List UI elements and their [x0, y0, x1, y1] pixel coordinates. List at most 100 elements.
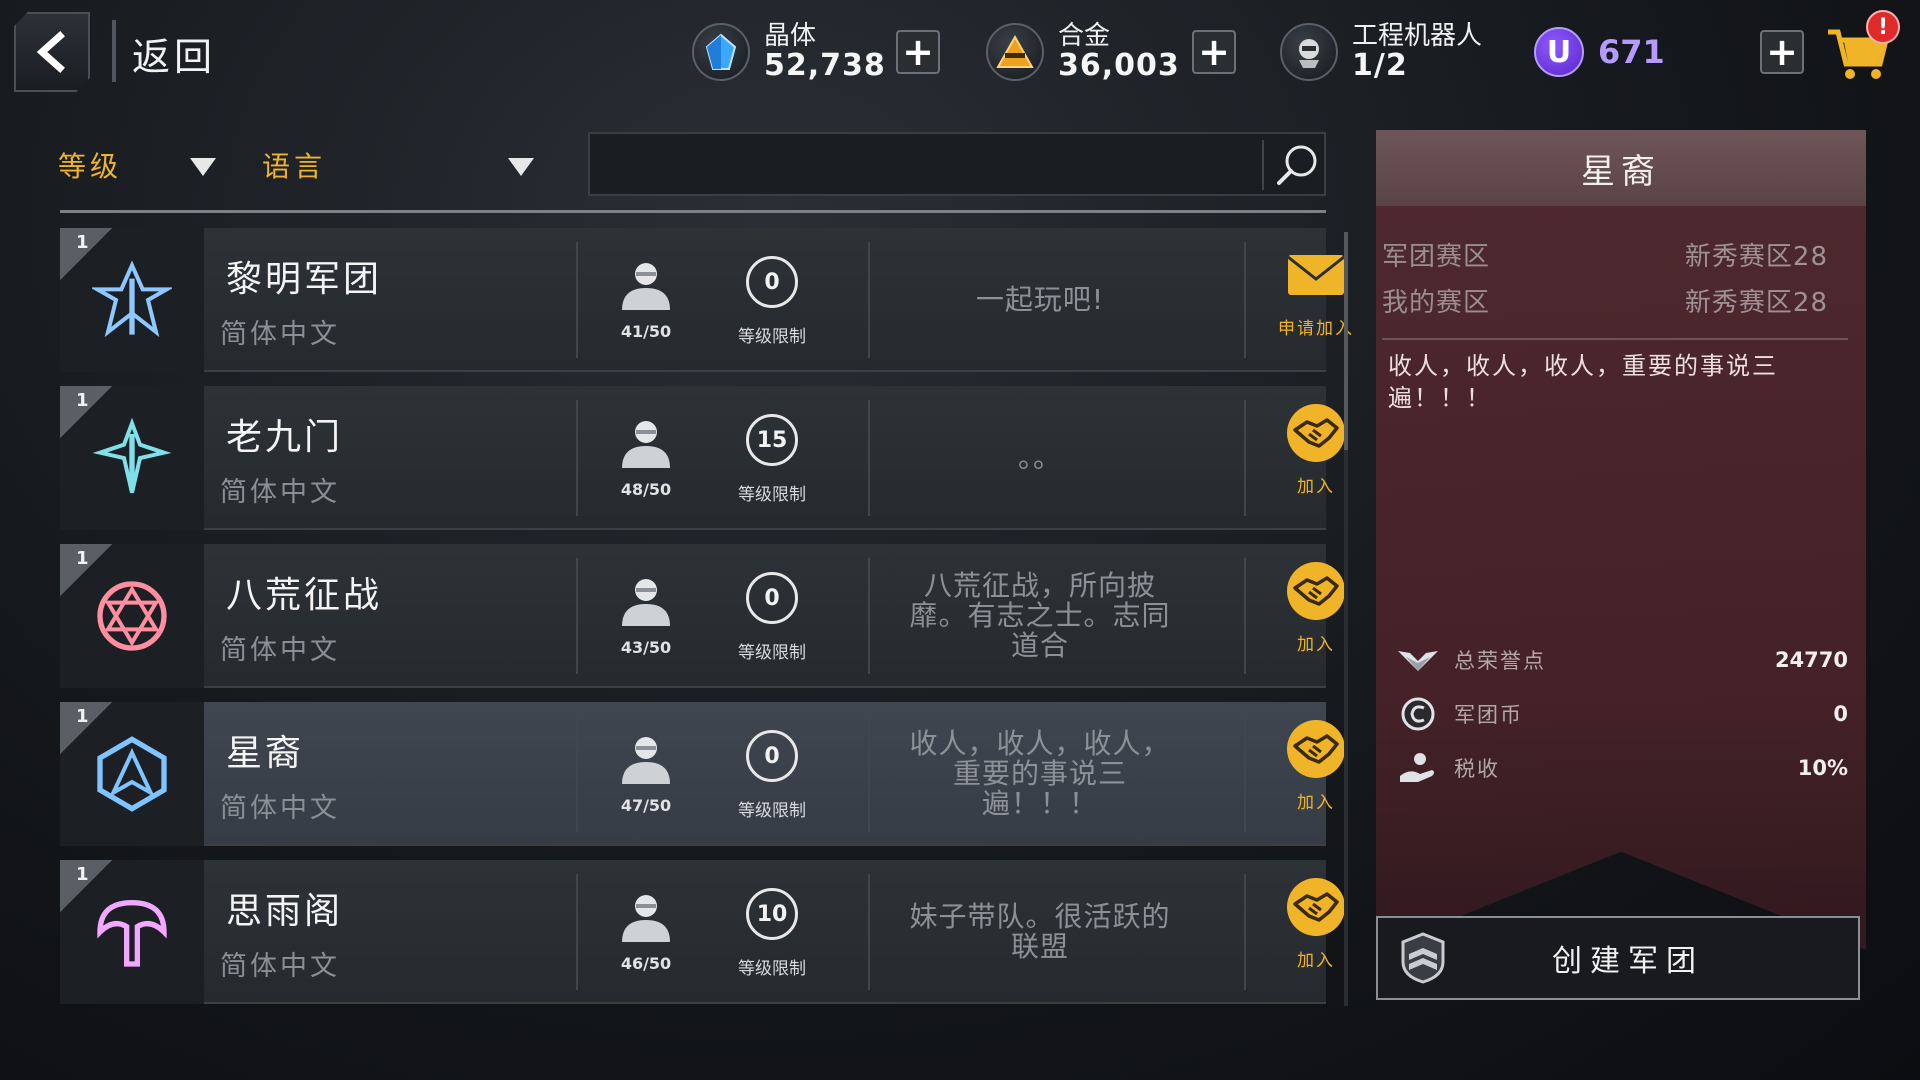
- column-divider: [1244, 558, 1246, 674]
- search-button[interactable]: [1270, 138, 1324, 192]
- envelope-icon: [1287, 255, 1345, 295]
- column-divider: [1244, 874, 1246, 990]
- legion-language: 简体中文: [220, 951, 340, 982]
- legion-row-body[interactable]: 星裔 简体中文 47/50 0 等级限制 收人，收人，收人，重要的事说三遍！！！: [204, 702, 1326, 846]
- legion-coin-icon: [1396, 694, 1440, 734]
- legion-rank: 1: [76, 390, 89, 411]
- level-requirement-badge: 0: [746, 572, 798, 624]
- column-divider: [868, 558, 870, 674]
- legion-row[interactable]: 1 老九门 简体中文 48/50 15 等级限制 。。 加入: [60, 386, 1345, 530]
- legion-row-body[interactable]: 思雨阁简体中文 46/50 10 等级限制 妹子带队。很活跃的联盟: [204, 860, 1326, 1004]
- level-filter[interactable]: 等级: [58, 140, 122, 190]
- legion-name: 八荒征战: [226, 575, 383, 616]
- column-divider: [1244, 400, 1246, 516]
- legion-name: 星裔: [226, 733, 305, 774]
- join-button[interactable]: 加入: [1266, 402, 1366, 514]
- list-scrollbar-thumb[interactable]: [1344, 232, 1348, 450]
- member-icon: [614, 260, 678, 316]
- crystal-name: 晶体: [764, 20, 817, 51]
- create-legion-button[interactable]: 创建军团: [1376, 916, 1860, 1000]
- join-label: 申请加入: [1278, 319, 1354, 339]
- join-icon-wrap: [1285, 402, 1347, 464]
- legion-slogan: 妹子带队。很活跃的联盟: [909, 900, 1171, 963]
- back-separator: [112, 20, 116, 82]
- stat-legion-coin-label: 军团币: [1454, 703, 1523, 727]
- language-filter-dropdown-icon[interactable]: [508, 158, 534, 176]
- level-filter-label: 等级: [58, 150, 123, 183]
- stat-legion-coin: 军团币 0: [1396, 694, 1848, 734]
- search-input[interactable]: [600, 142, 1240, 186]
- join-button[interactable]: 加入: [1266, 560, 1366, 672]
- legion-language: 简体中文: [220, 635, 340, 666]
- stat-honor: 总荣誉点 24770: [1396, 640, 1848, 680]
- add-alloy-button[interactable]: +: [1192, 30, 1236, 74]
- search-icon: [1277, 145, 1317, 185]
- handshake-icon: [1287, 404, 1345, 462]
- legion-member-count: 43/50: [620, 638, 672, 657]
- create-legion-label: 创建军团: [1552, 944, 1704, 979]
- level-requirement-badge: 10: [746, 888, 798, 940]
- level-requirement-label: 等级限制: [738, 643, 806, 663]
- back-button[interactable]: [14, 12, 90, 92]
- level-requirement-label: 等级限制: [738, 327, 806, 347]
- level-requirement-badge: 0: [746, 730, 798, 782]
- alloy-name: 合金: [1058, 20, 1111, 51]
- u-currency-icon: U: [1534, 27, 1584, 77]
- crystal-icon: [692, 23, 750, 81]
- column-divider: [576, 558, 578, 674]
- legion-member-count: 46/50: [620, 954, 672, 973]
- tax-icon: [1396, 748, 1440, 788]
- legion-zone-label: 军团赛区: [1382, 242, 1491, 272]
- search-separator: [1262, 140, 1264, 190]
- legion-name: 老九门: [226, 417, 344, 458]
- legion-row[interactable]: 1 黎明军团 简体中文 41/50 0 等级限制 一起玩吧! 申请加入: [60, 228, 1352, 372]
- legion-rank: 1: [76, 864, 89, 885]
- legion-rank: 1: [76, 232, 89, 253]
- handshake-icon: [1287, 562, 1345, 620]
- my-zone-row: 我的赛区 新秀赛区28: [1382, 282, 1828, 319]
- alloy-resource: 合金 36,003: [986, 12, 1180, 92]
- column-divider: [576, 400, 578, 516]
- legion-row[interactable]: 1 八荒征战 简体中文 43/50 0 等级限制 八荒征战，所向披靡。有志之士。志同道合 加入: [60, 544, 1345, 688]
- legion-member-count: 41/50: [620, 322, 672, 341]
- legion-row[interactable]: 1 星裔 简体中文 47/50 0 等级限制 收人，收人，收人，重要的事说三遍！！！ 加入: [60, 702, 1345, 846]
- join-icon-wrap: [1285, 876, 1347, 938]
- list-divider: [60, 210, 1326, 213]
- robot-icon: [1280, 23, 1338, 81]
- add-u-currency-button[interactable]: +: [1760, 30, 1804, 74]
- top-bar: 返回 晶体 52,738 + 合金 36,003 + 工程机器人 1/2 U 6…: [0, 0, 1920, 110]
- level-requirement-label: 等级限制: [738, 485, 806, 505]
- legion-row[interactable]: 1 思雨阁简体中文 46/50 10 等级限制 妹子带队。很活跃的联盟加入: [60, 860, 1345, 1004]
- join-label: 加入: [1297, 793, 1335, 813]
- legion-row-body[interactable]: 八荒征战 简体中文 43/50 0 等级限制 八荒征战，所向披靡。有志之士。志同道合: [204, 544, 1326, 688]
- language-filter[interactable]: 语言: [262, 140, 326, 190]
- back-label[interactable]: 返回: [132, 26, 216, 81]
- stat-honor-label: 总荣誉点: [1454, 649, 1546, 673]
- handshake-icon: [1287, 878, 1345, 936]
- search-box: [588, 132, 1326, 196]
- detail-description: 收人，收人，收人，重要的事说三遍！！！: [1388, 352, 1778, 412]
- add-crystal-button[interactable]: +: [896, 30, 940, 74]
- stat-tax-label: 税收: [1454, 757, 1500, 781]
- crystal-resource: 晶体 52,738: [692, 12, 886, 92]
- legion-row-body[interactable]: 黎明军团 简体中文 41/50 0 等级限制 一起玩吧!: [204, 228, 1326, 372]
- stat-tax: 税收 10%: [1396, 748, 1848, 788]
- join-label: 加入: [1297, 951, 1335, 971]
- join-button[interactable]: 加入: [1266, 876, 1366, 988]
- column-divider: [576, 242, 578, 358]
- legion-name: 思雨阁: [226, 891, 344, 932]
- join-label: 加入: [1297, 477, 1335, 497]
- level-requirement-label: 等级限制: [738, 959, 806, 979]
- legion-language: 简体中文: [220, 477, 340, 508]
- member-icon: [614, 892, 678, 948]
- detail-title: 星裔: [1376, 130, 1866, 206]
- my-zone-label: 我的赛区: [1382, 288, 1491, 318]
- apply-join-button[interactable]: 申请加入: [1266, 244, 1366, 356]
- legion-slogan: 一起玩吧!: [975, 283, 1105, 316]
- column-divider: [868, 400, 870, 516]
- legion-row-body[interactable]: 老九门 简体中文 48/50 15 等级限制 。。: [204, 386, 1326, 530]
- join-icon-wrap: [1285, 718, 1347, 780]
- legion-shield-icon: [1388, 923, 1458, 993]
- level-filter-dropdown-icon[interactable]: [190, 158, 216, 176]
- join-button[interactable]: 加入: [1266, 718, 1366, 830]
